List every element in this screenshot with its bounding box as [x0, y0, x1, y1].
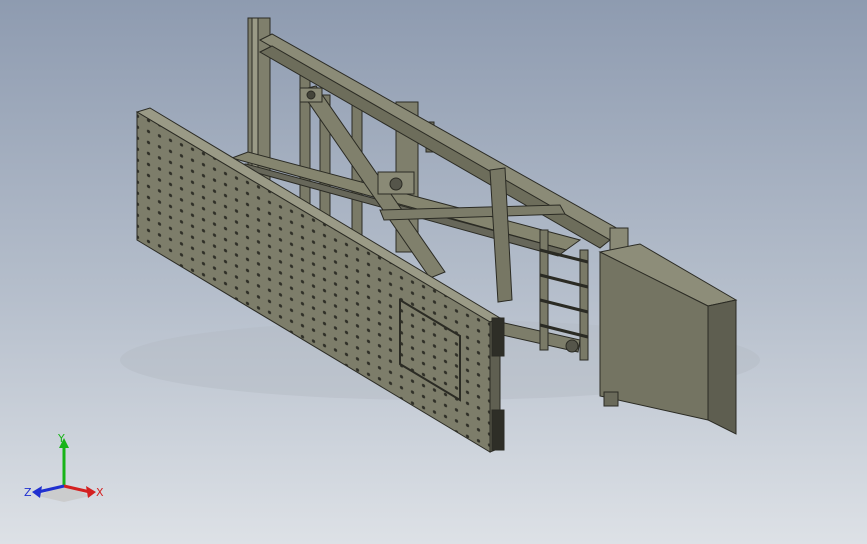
axis-triad[interactable]: Y X Z — [24, 430, 104, 510]
z-axis-label: Z — [24, 486, 32, 499]
x-axis-label: X — [96, 486, 104, 499]
end-plate — [598, 243, 738, 435]
y-axis-label: Y — [57, 432, 65, 445]
cad-model-render[interactable] — [0, 0, 867, 544]
cad-viewport[interactable]: Y X Z — [0, 0, 867, 544]
